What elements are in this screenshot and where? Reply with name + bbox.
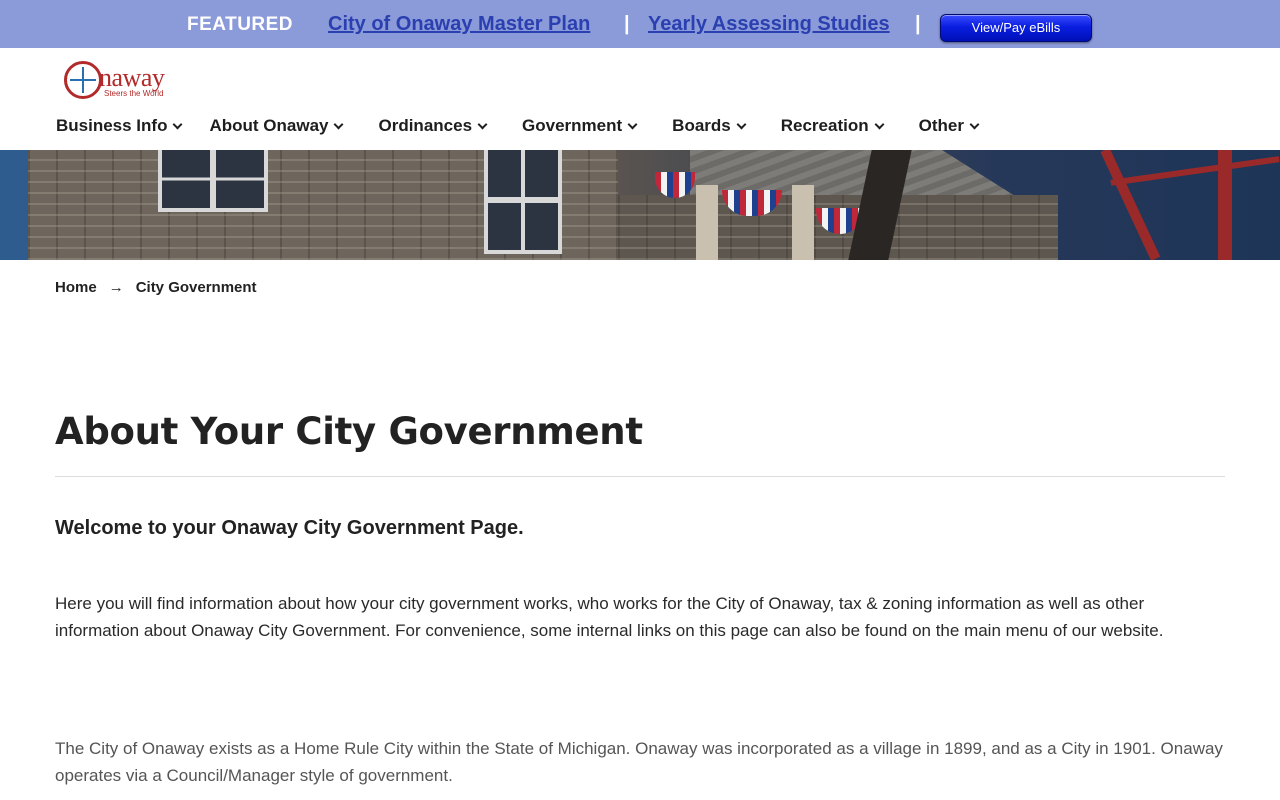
nav-item-label: Government bbox=[522, 116, 623, 135]
nav-item-label: Ordinances bbox=[378, 116, 473, 135]
featured-separator: | bbox=[624, 13, 630, 35]
hero-banner-image bbox=[0, 150, 1280, 260]
nav-item-business-info[interactable]: Business Info bbox=[56, 114, 183, 138]
welcome-heading: Welcome to your Onaway City Government P… bbox=[55, 517, 524, 539]
nav-item-label: Boards bbox=[672, 116, 731, 135]
chevron-down-icon bbox=[334, 119, 344, 129]
nav-item-label: About Onaway bbox=[209, 116, 329, 135]
master-plan-link[interactable]: City of Onaway Master Plan bbox=[328, 13, 590, 36]
chevron-down-icon bbox=[627, 119, 638, 129]
title-divider bbox=[55, 476, 1225, 477]
nav-item-recreation[interactable]: Recreation bbox=[780, 114, 885, 138]
chevron-down-icon bbox=[477, 119, 488, 129]
nav-item-boards[interactable]: Boards bbox=[672, 114, 747, 138]
nav-item-label: Business Info bbox=[56, 116, 168, 135]
featured-bar: FEATURED City of Onaway Master Plan | Ye… bbox=[0, 0, 1280, 48]
chevron-down-icon bbox=[874, 119, 885, 129]
featured-label: FEATURED bbox=[187, 14, 294, 35]
intro-paragraph: Here you will find information about how… bbox=[55, 594, 1164, 640]
hero-column bbox=[696, 185, 718, 260]
hero-steel-beam bbox=[1100, 150, 1161, 260]
site-header: naway Steers the World Business Info Abo… bbox=[0, 48, 1280, 150]
history-paragraph: The City of Onaway exists as a Home Rule… bbox=[55, 739, 1223, 785]
view-pay-ebills-button[interactable]: View/Pay eBills bbox=[940, 14, 1092, 42]
nav-item-ordinances[interactable]: Ordinances bbox=[378, 114, 488, 138]
nav-item-government[interactable]: Government bbox=[522, 114, 638, 138]
nav-item-label: Other bbox=[918, 116, 964, 135]
featured-separator: | bbox=[915, 13, 921, 35]
page-title: About Your City Government bbox=[55, 410, 643, 453]
nav-item-label: Recreation bbox=[780, 116, 869, 135]
main-nav: Business Info About Onaway Ordinances Go… bbox=[56, 114, 980, 138]
breadcrumb-current: City Government bbox=[135, 279, 257, 296]
assessing-studies-link[interactable]: Yearly Assessing Studies bbox=[648, 13, 890, 36]
hero-window bbox=[484, 150, 562, 254]
arrow-right-icon: → bbox=[108, 279, 124, 296]
nav-item-other[interactable]: Other bbox=[918, 114, 980, 138]
onaway-logo[interactable]: naway Steers the World bbox=[64, 60, 194, 102]
hero-column bbox=[792, 185, 814, 260]
breadcrumb: Home → City Government bbox=[55, 279, 257, 296]
compass-icon bbox=[64, 61, 102, 99]
hero-steel-beam bbox=[1110, 156, 1280, 186]
breadcrumb-home-link[interactable]: Home bbox=[55, 279, 97, 296]
logo-tagline: Steers the World bbox=[104, 89, 164, 98]
chevron-down-icon bbox=[736, 119, 747, 129]
nav-item-about-onaway[interactable]: About Onaway bbox=[209, 114, 344, 138]
chevron-down-icon bbox=[173, 119, 183, 129]
hero-window bbox=[158, 150, 268, 212]
hero-sky bbox=[0, 150, 28, 260]
chevron-down-icon bbox=[969, 119, 980, 129]
